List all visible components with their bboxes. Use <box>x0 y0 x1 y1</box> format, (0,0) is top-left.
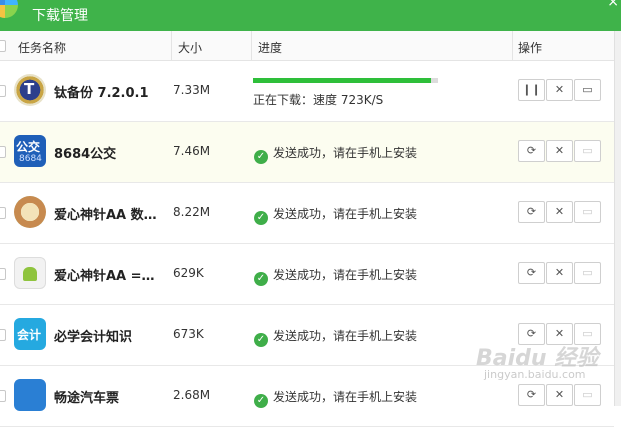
row-checkbox[interactable] <box>0 268 6 280</box>
bus-8684-icon: 公交 8684 <box>14 135 46 167</box>
titanium-backup-icon: T <box>14 74 46 106</box>
delete-button[interactable]: ✕ <box>546 384 573 406</box>
task-size: 673K <box>173 327 204 341</box>
delete-button[interactable]: ✕ <box>546 79 573 101</box>
column-header-name[interactable]: 任务名称 <box>18 39 66 56</box>
retry-button[interactable]: ⟳ <box>518 140 545 162</box>
task-status: ✓ 发送成功，请在手机上安装 <box>254 327 417 347</box>
delete-button[interactable]: ✕ <box>546 262 573 284</box>
task-name: 钛备份 7.2.0.1 <box>54 86 149 101</box>
open-folder-button[interactable]: ▭ <box>574 140 601 162</box>
select-all-checkbox[interactable] <box>0 40 6 52</box>
task-size: 8.22M <box>173 205 211 219</box>
title-bar: 下载管理 × <box>0 0 621 31</box>
task-name: 爱心神针AA 数… <box>54 208 157 223</box>
table-row[interactable]: 爱心神针AA =… 629K ✓ 发送成功，请在手机上安装 ⟳ ✕ ▭ <box>0 244 614 305</box>
column-header-progress[interactable]: 进度 <box>258 39 282 56</box>
row-checkbox[interactable] <box>0 146 6 158</box>
delete-button[interactable]: ✕ <box>546 140 573 162</box>
android-icon <box>14 257 46 289</box>
open-folder-button[interactable]: ▭ <box>574 384 601 406</box>
open-folder-button[interactable]: ▭ <box>574 79 601 101</box>
app-logo-icon <box>0 0 18 18</box>
open-folder-button[interactable]: ▭ <box>574 262 601 284</box>
retry-button[interactable]: ⟳ <box>518 201 545 223</box>
row-checkbox[interactable] <box>0 390 6 402</box>
column-divider <box>171 31 172 60</box>
task-status: ✓ 发送成功，请在手机上安装 <box>254 205 417 225</box>
watermark-url: jingyan.baidu.com <box>484 368 586 381</box>
open-folder-button[interactable]: ▭ <box>574 201 601 223</box>
row-checkbox[interactable] <box>0 329 6 341</box>
task-size: 7.46M <box>173 144 211 158</box>
table-row[interactable]: T 钛备份 7.2.0.1 7.33M 正在下载：速度 723K/S ❙❙ ✕ … <box>0 61 614 122</box>
delete-button[interactable]: ✕ <box>546 201 573 223</box>
row-checkbox[interactable] <box>0 207 6 219</box>
column-header-actions: 操作 <box>518 41 543 55</box>
check-icon: ✓ <box>254 272 268 286</box>
task-status: ✓ 发送成功，请在手机上安装 <box>254 144 417 164</box>
row-checkbox[interactable] <box>0 85 6 97</box>
download-speed-text: 正在下载：速度 723K/S <box>253 93 384 107</box>
task-size: 2.68M <box>173 388 211 402</box>
accounting-icon: 会计 <box>14 318 46 350</box>
task-name: 8684公交 <box>54 147 117 162</box>
column-header-size[interactable]: 大小 <box>178 39 202 56</box>
check-icon: ✓ <box>254 211 268 225</box>
bus-ticket-icon <box>14 379 46 411</box>
task-name: 爱心神针AA =… <box>54 269 155 284</box>
table-row[interactable]: 爱心神针AA 数… 8.22M ✓ 发送成功，请在手机上安装 ⟳ ✕ ▭ <box>0 183 614 244</box>
table-row[interactable]: 公交 8684 8684公交 7.46M ✓ 发送成功，请在手机上安装 ⟳ ✕ ▭ <box>0 122 614 183</box>
task-name: 必学会计知识 <box>54 330 133 345</box>
task-size: 629K <box>173 266 204 280</box>
vertical-scrollbar[interactable] <box>614 31 621 406</box>
download-progress-bar <box>253 78 438 83</box>
task-name: 畅途汽车票 <box>54 391 120 406</box>
love-needle-icon <box>14 196 46 228</box>
retry-button[interactable]: ⟳ <box>518 384 545 406</box>
task-status: ✓ 发送成功，请在手机上安装 <box>254 388 417 408</box>
window-title: 下载管理 <box>32 8 88 24</box>
pause-button[interactable]: ❙❙ <box>518 79 545 101</box>
download-progress-fill <box>253 78 431 83</box>
column-divider <box>512 31 513 60</box>
table-header: 任务名称 大小 进度 操作 <box>0 31 621 61</box>
task-size: 7.33M <box>173 83 211 97</box>
close-icon[interactable]: × <box>607 0 619 10</box>
retry-button[interactable]: ⟳ <box>518 262 545 284</box>
task-status: ✓ 发送成功，请在手机上安装 <box>254 266 417 286</box>
check-icon: ✓ <box>254 150 268 164</box>
column-divider <box>251 31 252 60</box>
check-icon: ✓ <box>254 333 268 347</box>
